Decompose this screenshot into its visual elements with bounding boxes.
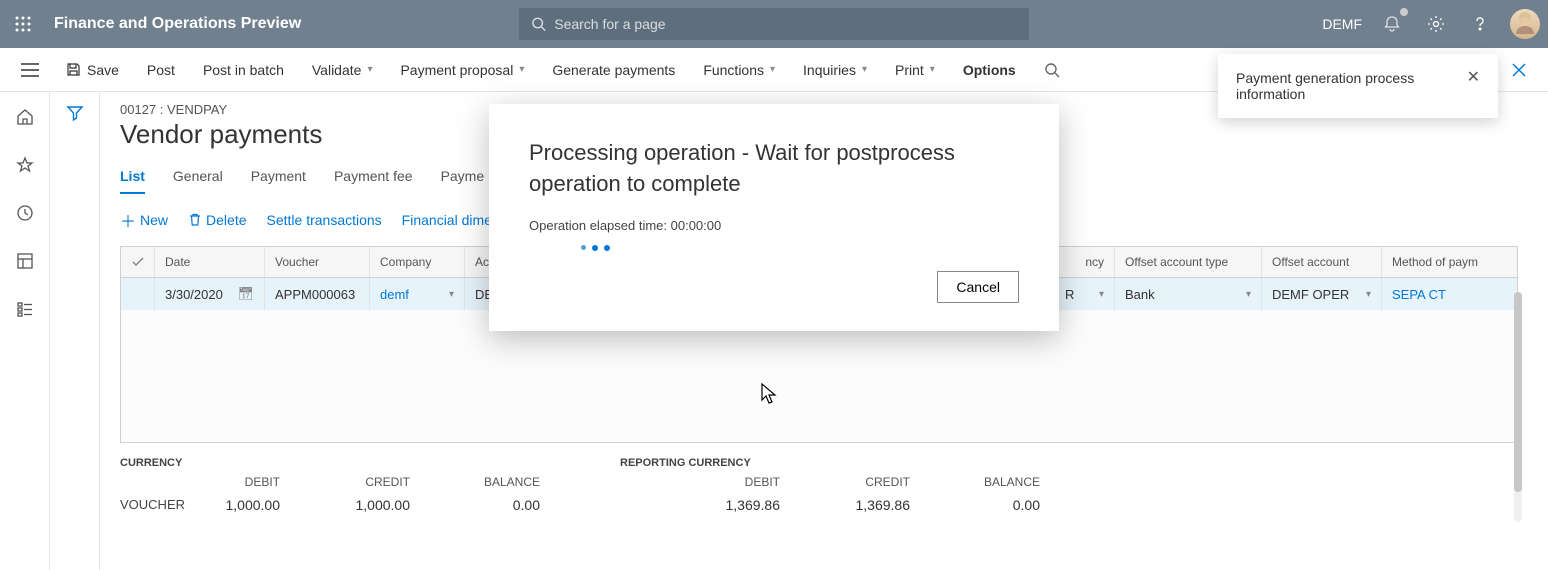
vertical-scrollbar[interactable] [1514, 292, 1522, 522]
top-bar: Finance and Operations Preview DEMF [0, 0, 1548, 48]
tab-payment[interactable]: Payment [251, 168, 306, 194]
find-button[interactable] [1030, 48, 1074, 92]
reporting-currency-totals-title: REPORTING CURRENCY [620, 457, 1040, 469]
col-offset-type[interactable]: Offset account type [1115, 247, 1262, 277]
functions-dropdown[interactable]: Functions▾ [689, 48, 789, 92]
toast-close-icon[interactable]: ✕ [1467, 70, 1480, 86]
workspaces-icon[interactable] [14, 250, 36, 272]
scrollbar-thumb[interactable] [1514, 292, 1522, 492]
favorites-icon[interactable] [14, 154, 36, 176]
cell-currency[interactable]: R▾ [1055, 278, 1115, 310]
settings-icon[interactable] [1422, 10, 1450, 38]
left-nav [0, 92, 50, 570]
modules-icon[interactable] [14, 298, 36, 320]
new-button[interactable]: ＋New [120, 208, 168, 232]
tab-payment-fee[interactable]: Payment fee [334, 168, 413, 194]
recent-icon[interactable] [14, 202, 36, 224]
payment-proposal-dropdown[interactable]: Payment proposal▾ [386, 48, 538, 92]
chevron-down-icon: ▾ [930, 64, 935, 75]
settle-transactions-button[interactable]: Settle transactions [267, 212, 382, 228]
save-icon [66, 62, 81, 77]
col-method[interactable]: Method of paym [1382, 247, 1492, 277]
chevron-down-icon[interactable]: ▾ [1099, 289, 1104, 300]
post-in-batch-button[interactable]: Post in batch [189, 48, 298, 92]
voucher-row-label: VOUCHER [120, 475, 190, 513]
search-icon [1044, 62, 1060, 78]
cancel-button[interactable]: Cancel [937, 271, 1019, 303]
nav-toggle-icon[interactable] [8, 63, 52, 77]
col-voucher[interactable]: Voucher [265, 247, 370, 277]
post-button[interactable]: Post [133, 48, 189, 92]
inquiries-dropdown[interactable]: Inquiries▾ [789, 48, 881, 92]
toast-text: Payment generation process information [1236, 70, 1457, 102]
filter-column [50, 92, 100, 570]
chevron-down-icon: ▾ [367, 64, 372, 75]
loading-dots-icon [529, 245, 1019, 251]
chevron-down-icon[interactable]: ▾ [1246, 289, 1251, 300]
col-date[interactable]: Date [155, 247, 265, 277]
tab-payment-more[interactable]: Payme [441, 168, 485, 194]
trash-icon [188, 213, 202, 227]
help-icon[interactable] [1466, 10, 1494, 38]
cell-date[interactable]: 3/30/2020📅︎ [155, 278, 265, 310]
cell-voucher[interactable]: APPM000063 [265, 278, 370, 310]
modal-elapsed-time: Operation elapsed time: 00:00:00 [529, 218, 1019, 233]
notifications-icon[interactable] [1378, 10, 1406, 38]
col-company[interactable]: Company [370, 247, 465, 277]
currency-totals-title: CURRENCY [120, 457, 540, 469]
col-offset-account[interactable]: Offset account [1262, 247, 1382, 277]
totals-section: CURRENCY VOUCHER DEBIT1,000.00 CREDIT1,0… [120, 457, 1548, 513]
options-button[interactable]: Options [949, 48, 1030, 92]
company-code[interactable]: DEMF [1322, 16, 1362, 32]
delete-button[interactable]: Delete [188, 212, 246, 228]
col-currency[interactable]: ncy [1055, 247, 1115, 277]
global-search[interactable] [519, 8, 1029, 40]
generate-payments-button[interactable]: Generate payments [538, 48, 689, 92]
app-launcher-icon[interactable] [8, 9, 38, 39]
chevron-down-icon: ▾ [770, 64, 775, 75]
row-selector[interactable] [121, 278, 155, 310]
processing-modal: Processing operation - Wait for postproc… [489, 104, 1059, 331]
filter-icon[interactable] [66, 104, 84, 570]
chevron-down-icon: ▾ [519, 64, 524, 75]
calendar-icon[interactable]: 📅︎ [237, 286, 254, 302]
cell-offset-account[interactable]: DEMF OPER▾ [1262, 278, 1382, 310]
print-dropdown[interactable]: Print▾ [881, 48, 949, 92]
home-icon[interactable] [14, 106, 36, 128]
search-icon [531, 16, 546, 32]
toast-notification: Payment generation process information ✕ [1218, 54, 1498, 118]
save-button[interactable]: Save [52, 48, 133, 92]
validate-dropdown[interactable]: Validate▾ [298, 48, 387, 92]
search-input[interactable] [554, 16, 1017, 32]
tab-general[interactable]: General [173, 168, 223, 194]
chevron-down-icon[interactable]: ▾ [449, 289, 454, 300]
close-icon[interactable] [1504, 55, 1534, 85]
app-title: Finance and Operations Preview [54, 15, 301, 33]
cell-company[interactable]: demf▾ [370, 278, 465, 310]
cell-method[interactable]: SEPA CT [1382, 278, 1492, 310]
chevron-down-icon[interactable]: ▾ [1366, 289, 1371, 300]
financial-dimensions-button[interactable]: Financial dime [402, 212, 492, 228]
modal-title: Processing operation - Wait for postproc… [529, 138, 1019, 200]
select-all[interactable] [121, 247, 155, 277]
tab-list[interactable]: List [120, 168, 145, 194]
user-avatar[interactable] [1510, 9, 1540, 39]
cell-offset-type[interactable]: Bank▾ [1115, 278, 1262, 310]
chevron-down-icon: ▾ [862, 64, 867, 75]
